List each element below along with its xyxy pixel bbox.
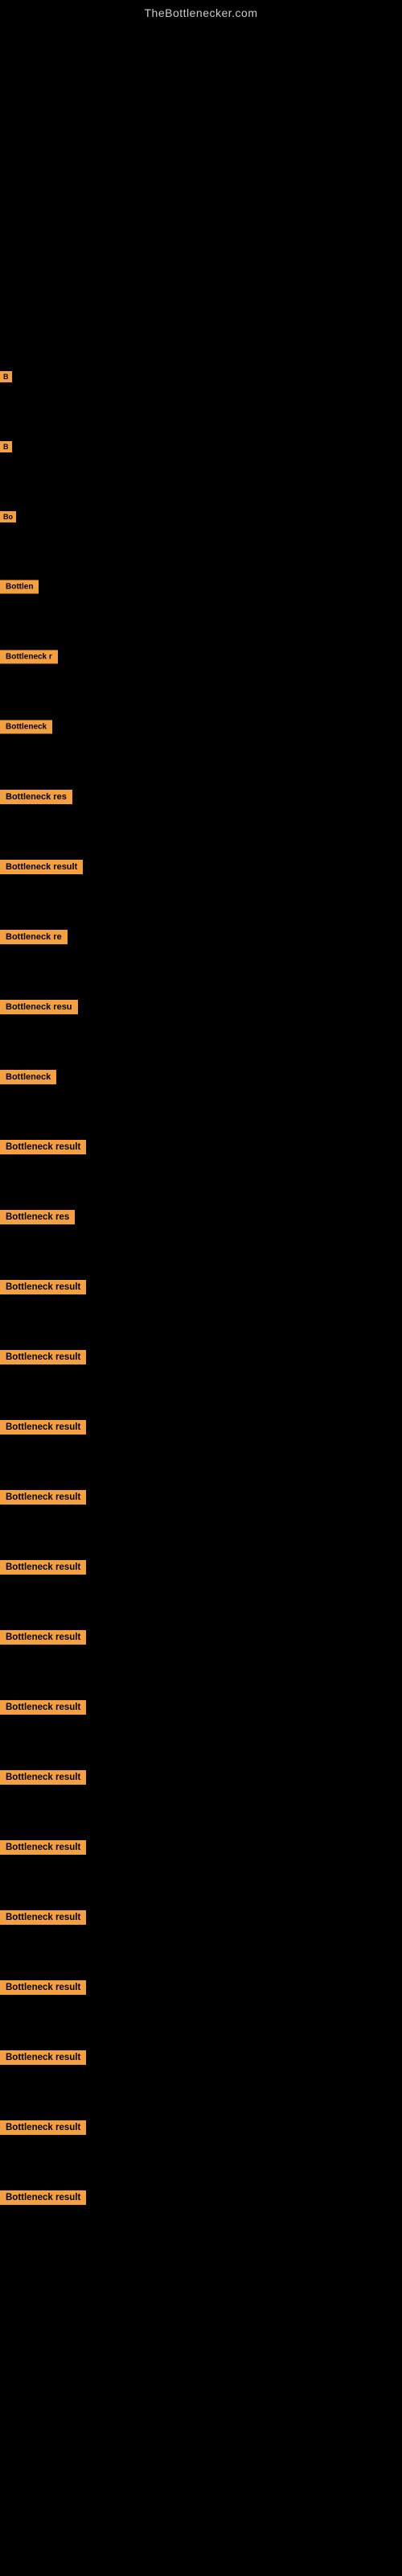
result-row: Bottleneck result	[0, 2092, 402, 2162]
results-area: B B Bo Bottlen Bottleneck r Bottleneck Bottlen…	[0, 341, 402, 2232]
bottleneck-label: B	[0, 441, 12, 452]
result-row: B	[0, 411, 402, 481]
result-row: Bottleneck result	[0, 1812, 402, 1882]
bottleneck-label: Bottleneck result	[0, 1140, 86, 1154]
chart-area	[0, 19, 402, 341]
bottleneck-label: Bottleneck r	[0, 650, 58, 663]
bottleneck-label: Bottleneck result	[0, 1770, 86, 1785]
bottleneck-label: Bottleneck result	[0, 1840, 86, 1855]
result-row: Bottleneck result	[0, 1742, 402, 1812]
site-title: TheBottlenecker.com	[0, 0, 402, 19]
result-row: Bottleneck re	[0, 902, 402, 972]
result-row: Bottleneck result	[0, 1602, 402, 1672]
bottleneck-label: Bottleneck result	[0, 1630, 86, 1645]
bottleneck-label: Bottleneck result	[0, 2120, 86, 2135]
result-row: Bottleneck	[0, 691, 402, 762]
result-row: Bottleneck result	[0, 2162, 402, 2232]
bottleneck-label: Bottleneck result	[0, 1700, 86, 1715]
bottleneck-label: Bottleneck result	[0, 1980, 86, 1995]
result-row: Bottleneck result	[0, 1882, 402, 1952]
bottleneck-label: Bottleneck res	[0, 790, 72, 804]
bottleneck-label: Bottleneck result	[0, 1910, 86, 1925]
result-row: Bo	[0, 481, 402, 551]
bottleneck-label: Bottleneck	[0, 720, 52, 733]
result-row: Bottleneck result	[0, 1532, 402, 1602]
bottleneck-label: Bottlen	[0, 580, 39, 593]
bottleneck-label: Bottleneck resu	[0, 1000, 78, 1014]
result-row: Bottleneck result	[0, 1322, 402, 1392]
bottleneck-label: Bottleneck	[0, 1070, 56, 1084]
result-row: Bottleneck res	[0, 1182, 402, 1252]
result-row: Bottleneck result	[0, 1952, 402, 2022]
result-row: B	[0, 341, 402, 411]
result-row: Bottleneck result	[0, 1112, 402, 1182]
bottleneck-label: Bottleneck result	[0, 2190, 86, 2205]
bottleneck-label: Bottleneck re	[0, 930, 68, 944]
result-row: Bottlen	[0, 551, 402, 621]
result-row: Bottleneck result	[0, 1672, 402, 1742]
bottleneck-label: Bottleneck result	[0, 1560, 86, 1575]
result-row: Bottleneck result	[0, 1462, 402, 1532]
result-row: Bottleneck result	[0, 2022, 402, 2092]
bottleneck-label: Bottleneck result	[0, 1420, 86, 1435]
result-row: Bottleneck r	[0, 621, 402, 691]
result-row: Bottleneck result	[0, 832, 402, 902]
bottleneck-label: Bottleneck res	[0, 1210, 75, 1224]
result-row: Bottleneck res	[0, 762, 402, 832]
bottleneck-label: Bottleneck result	[0, 1280, 86, 1294]
result-row: Bottleneck result	[0, 1392, 402, 1462]
bottleneck-label: Bottleneck result	[0, 1490, 86, 1505]
result-row: Bottleneck resu	[0, 972, 402, 1042]
bottleneck-label: Bottleneck result	[0, 1350, 86, 1364]
bottleneck-label: B	[0, 371, 12, 382]
result-row: Bottleneck result	[0, 1252, 402, 1322]
bottleneck-label: Bo	[0, 511, 16, 522]
bottleneck-label: Bottleneck result	[0, 2050, 86, 2065]
result-row: Bottleneck	[0, 1042, 402, 1112]
bottleneck-label: Bottleneck result	[0, 860, 83, 874]
